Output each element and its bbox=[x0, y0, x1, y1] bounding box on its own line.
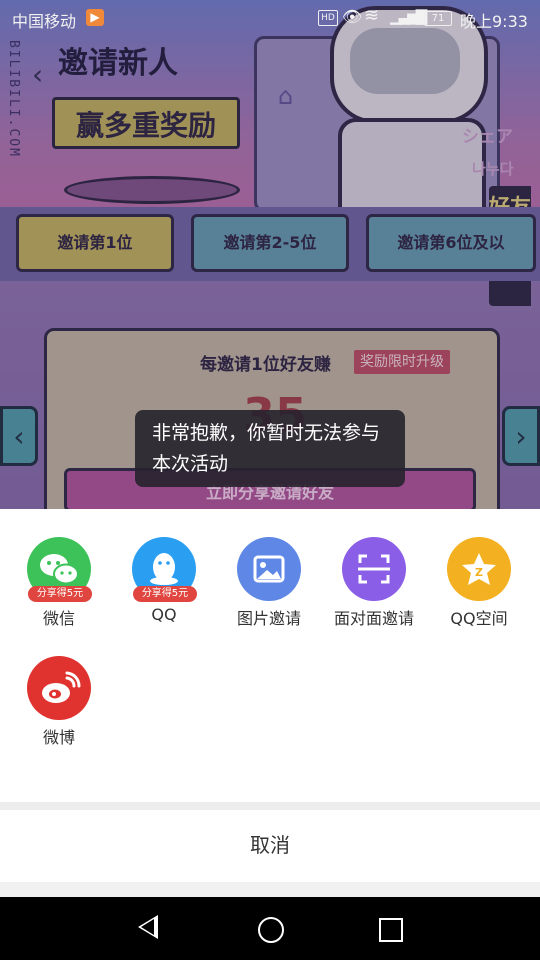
promo-badge: 分享得5元 bbox=[133, 586, 197, 602]
share-image-label: 图片邀请 bbox=[236, 609, 301, 628]
screen: BILIBILI.COM ‹ 邀请新人 赢多重奖励 ⌂ シェア 나누다 好友列表… bbox=[0, 0, 540, 960]
share-wechat-label: 微信 bbox=[42, 609, 75, 628]
carrier-name: 中国移动 bbox=[12, 12, 77, 31]
weibo-icon bbox=[27, 656, 91, 720]
clock: 晚上9:33 bbox=[460, 12, 528, 31]
recent-apps-icon[interactable] bbox=[379, 918, 403, 942]
share-weibo-button[interactable]: 微博 bbox=[6, 656, 112, 760]
bilibili-notification-icon: ▶ bbox=[86, 9, 104, 26]
share-wechat-button[interactable]: 分享得5元 微信 bbox=[6, 537, 112, 641]
hd-icon: HD bbox=[318, 10, 338, 26]
share-qzone-label: QQ空间 bbox=[450, 609, 508, 628]
toast-message: 非常抱歉，你暂时无法参与本次活动 bbox=[135, 410, 405, 487]
wifi-icon: ≋ bbox=[364, 5, 380, 26]
promo-badge: 分享得5元 bbox=[28, 586, 92, 602]
signal-icon: ▁▃▅▇ bbox=[390, 7, 427, 25]
share-qq-button[interactable]: 分享得5元 QQ bbox=[111, 537, 217, 641]
status-bar: 中国移动 ▶ HD 👁 ≋ ▁▃▅▇ 71 晚上9:33 bbox=[0, 0, 540, 36]
share-qzone-button[interactable]: Z QQ空间 bbox=[426, 537, 532, 641]
sheet-divider bbox=[0, 802, 540, 810]
eye-icon: 👁 bbox=[342, 7, 363, 26]
cancel-button[interactable]: 取消 bbox=[0, 810, 540, 882]
svg-text:Z: Z bbox=[475, 566, 483, 579]
sheet-bottom-gap bbox=[0, 882, 540, 897]
share-face-to-face-button[interactable]: 面对面邀请 bbox=[321, 537, 427, 641]
back-icon[interactable] bbox=[138, 915, 158, 939]
qzone-icon: Z bbox=[447, 537, 511, 601]
scan-icon bbox=[342, 537, 406, 601]
image-icon bbox=[237, 537, 301, 601]
system-navigation-bar bbox=[0, 897, 540, 960]
battery-icon: 71 bbox=[424, 11, 452, 26]
share-weibo-label: 微博 bbox=[42, 728, 75, 747]
share-f2f-label: 面对面邀请 bbox=[333, 609, 414, 628]
home-button-icon[interactable] bbox=[258, 917, 284, 943]
share-qq-label: QQ bbox=[151, 605, 177, 624]
share-image-invite-button[interactable]: 图片邀请 bbox=[216, 537, 322, 641]
